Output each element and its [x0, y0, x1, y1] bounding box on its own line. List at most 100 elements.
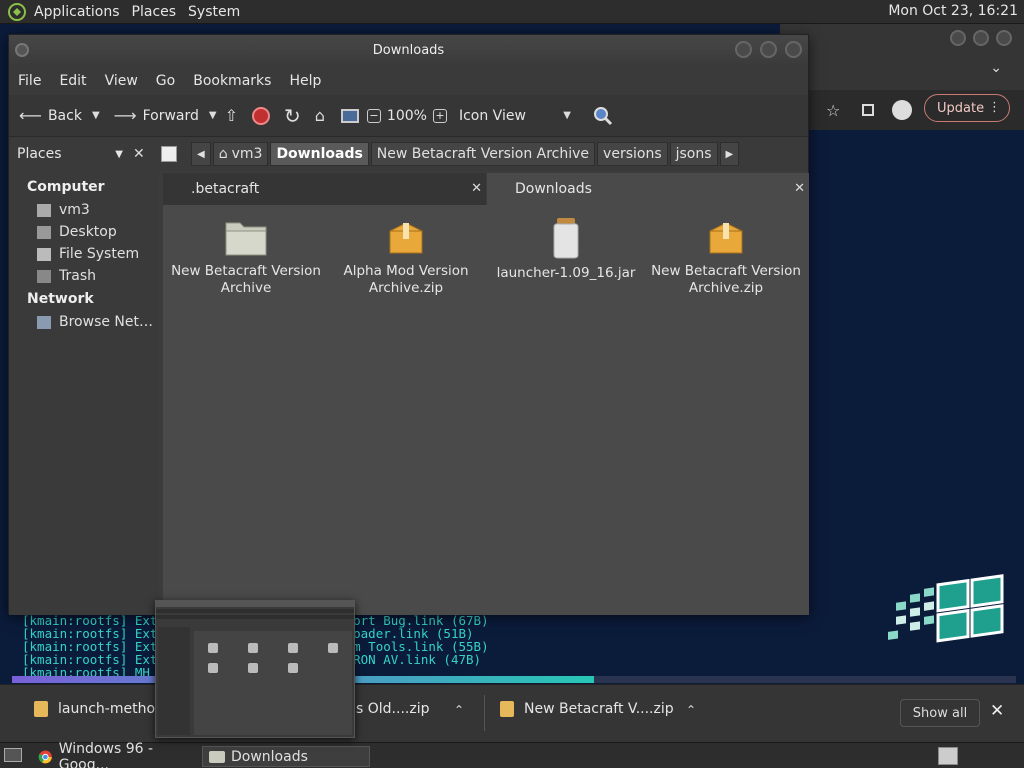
file-item-archive[interactable]: Alpha Mod Version Archive.zip	[331, 217, 481, 297]
zoom-control: − 100% +	[366, 108, 447, 124]
zoom-in-icon[interactable]: +	[432, 108, 447, 123]
close-button[interactable]	[996, 30, 1012, 46]
menu-applications[interactable]: Applications	[28, 4, 126, 20]
breadcrumb-item[interactable]: versions	[597, 142, 668, 166]
dropdown-arrow-icon[interactable]: ▼	[209, 110, 217, 121]
file-view: New Betacraft Version Archive Alpha Mod …	[163, 205, 809, 615]
download-item[interactable]: launch-metho	[34, 701, 155, 717]
maximize-button[interactable]	[760, 41, 777, 58]
maximize-button[interactable]	[973, 30, 989, 46]
file-item-jar[interactable]: launcher-1.09_16.jar	[491, 217, 641, 282]
menu-help[interactable]: Help	[280, 73, 330, 89]
up-button[interactable]: ⇧	[225, 106, 238, 125]
thumb-content	[194, 631, 352, 735]
drive-icon	[37, 247, 51, 261]
tab-betacraft[interactable]: .betacraft ✕	[163, 173, 486, 205]
clock[interactable]: Mon Oct 23, 16:21	[888, 3, 1018, 19]
taskbar-item-downloads[interactable]: Downloads	[202, 746, 370, 767]
archive-file-icon	[500, 701, 514, 717]
menu-go[interactable]: Go	[147, 73, 184, 89]
chevron-down-icon[interactable]: ⌄	[990, 60, 1002, 76]
home-button[interactable]: ⌂	[315, 106, 325, 125]
tab-bar: .betacraft ✕ Downloads ✕	[163, 171, 809, 205]
up-arrow-icon: ⇧	[224, 106, 238, 125]
download-item[interactable]: s Old....zip	[356, 701, 429, 717]
sidebar-item-desktop[interactable]: Desktop	[9, 221, 159, 243]
breadcrumb-item[interactable]: jsons	[669, 142, 718, 166]
more-menu-icon[interactable]: ⋮	[988, 100, 1001, 115]
download-item[interactable]: New Betacraft V....zip	[500, 701, 674, 717]
close-tab-icon[interactable]: ✕	[794, 181, 805, 196]
update-button[interactable]: Update ⋮	[924, 94, 1010, 122]
profile-avatar-icon[interactable]	[892, 100, 913, 120]
notes-tray-icon[interactable]	[938, 747, 958, 765]
sidebar-item-browse-network[interactable]: Browse Net…	[9, 311, 159, 333]
distro-logo-icon[interactable]	[6, 1, 28, 23]
tab-label: Downloads	[515, 181, 592, 197]
sidebar-mode-select[interactable]: Places ▼	[13, 143, 127, 165]
breadcrumb-right-arrow[interactable]: ▶	[719, 142, 740, 166]
thumb-file	[288, 643, 298, 653]
breadcrumb-item[interactable]: New Betacraft Version Archive	[370, 142, 596, 166]
sidebar-item-vm3[interactable]: vm3	[9, 199, 159, 221]
file-item-archive[interactable]: New Betacraft Version Archive.zip	[651, 217, 801, 297]
divider	[484, 695, 485, 731]
breadcrumb-left-arrow[interactable]: ◀	[191, 142, 211, 166]
sidebar-item-label: File System	[59, 246, 140, 262]
close-tab-icon[interactable]: ✕	[471, 181, 482, 196]
menu-system[interactable]: System	[182, 4, 246, 20]
breadcrumb-item-current[interactable]: Downloads	[270, 142, 369, 166]
zoom-out-icon[interactable]: −	[366, 108, 381, 123]
star-icon[interactable]: ☆	[826, 101, 840, 120]
back-button[interactable]: ⟵ Back ▼	[19, 106, 100, 125]
view-mode-label: Icon View	[458, 107, 526, 124]
tab-downloads[interactable]: Downloads ✕	[487, 173, 809, 205]
view-mode-select[interactable]: Icon View ▼	[459, 108, 571, 124]
menu-bookmarks[interactable]: Bookmarks	[184, 73, 280, 89]
menu-places[interactable]: Places	[126, 4, 183, 20]
stop-button[interactable]	[252, 106, 270, 125]
menu-view[interactable]: View	[96, 73, 147, 89]
minimize-button[interactable]	[950, 30, 966, 46]
menu-edit[interactable]: Edit	[50, 73, 95, 89]
home-folder-icon	[37, 203, 51, 217]
window-preview-thumbnail[interactable]	[155, 600, 355, 738]
window-titlebar[interactable]: Downloads	[9, 35, 808, 67]
stop-icon	[252, 106, 270, 125]
show-all-button[interactable]: Show all	[900, 699, 980, 727]
close-button[interactable]	[785, 41, 802, 58]
chevron-up-icon[interactable]: ⌃	[454, 703, 464, 717]
reload-button[interactable]: ↻	[284, 104, 301, 128]
top-panel: Applications Places System Mon Oct 23, 1…	[0, 0, 1024, 24]
computer-button[interactable]	[340, 108, 359, 123]
menu-file[interactable]: File	[9, 73, 50, 89]
sidebar-item-trash[interactable]: Trash	[9, 265, 159, 287]
sidebar-item-file-system[interactable]: File System	[9, 243, 159, 265]
computer-icon	[340, 108, 359, 123]
window-title: Downloads	[372, 43, 445, 58]
thumb-toolbar	[156, 609, 354, 613]
dropdown-arrow-icon[interactable]: ▼	[92, 110, 100, 121]
chevron-up-icon[interactable]: ⌃	[686, 703, 696, 717]
sidebar-header-network: Network	[27, 291, 94, 307]
show-desktop-icon[interactable]	[4, 748, 22, 762]
trash-icon	[37, 269, 51, 283]
thumb-toolbar	[156, 615, 354, 619]
minimize-button[interactable]	[735, 41, 752, 58]
forward-button[interactable]: ⟶ Forward ▼	[114, 106, 217, 125]
file-item-folder[interactable]: New Betacraft Version Archive	[171, 217, 321, 297]
edit-location-icon[interactable]	[161, 146, 177, 162]
sidebar-item-label: Desktop	[59, 224, 117, 240]
sidebar-toggle-icon[interactable]	[862, 104, 875, 116]
download-name: launch-metho	[58, 701, 156, 717]
search-button[interactable]	[593, 106, 613, 126]
taskbar-item-browser[interactable]: Windows 96 - Goog...	[32, 741, 202, 768]
reload-icon: ↻	[284, 103, 301, 128]
breadcrumb-item[interactable]: ⌂ vm3	[212, 142, 269, 166]
close-icon[interactable]: ✕	[990, 701, 1004, 721]
close-sidebar-icon[interactable]: ✕	[133, 146, 151, 162]
thumb-file	[328, 643, 338, 653]
desktop-icon	[37, 225, 51, 239]
archive-icon	[389, 222, 423, 254]
tab-label: .betacraft	[191, 181, 260, 197]
